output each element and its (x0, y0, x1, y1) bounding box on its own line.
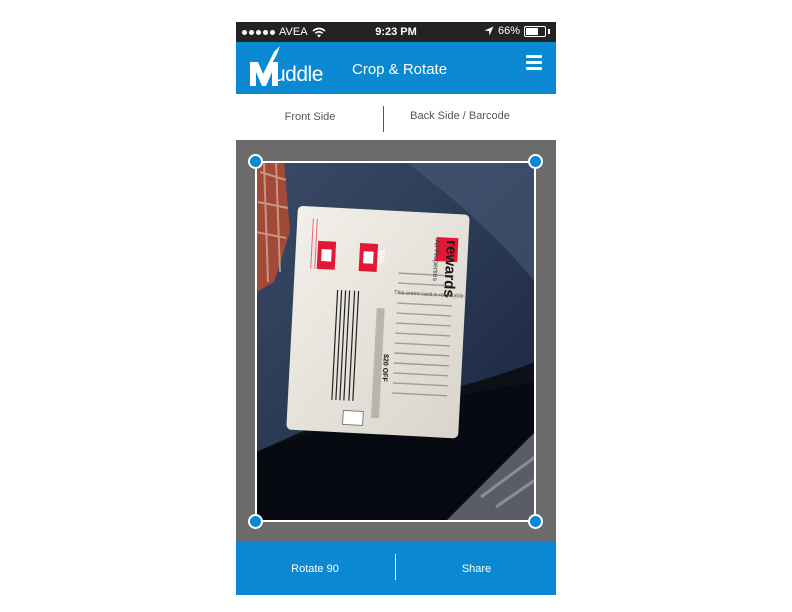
tab-back-side-barcode[interactable]: Back Side / Barcode (385, 93, 535, 139)
crop-area[interactable]: rewards All Properties 5% $20 OFF This e… (236, 140, 556, 541)
status-right: 66% (484, 25, 550, 37)
battery-percent: 66% (497, 25, 520, 37)
battery-fill (526, 27, 538, 35)
tab-front-side[interactable]: Front Side (236, 94, 384, 140)
battery-tip (548, 28, 550, 34)
status-bar: AVEA 9:23 PM 66% (236, 22, 556, 42)
tab-divider (383, 106, 384, 132)
bottom-divider (395, 554, 396, 580)
bottom-action-bar: Rotate 90 Share (236, 541, 556, 595)
battery-icon (524, 25, 546, 37)
crop-handle-top-left[interactable] (248, 154, 263, 169)
page-title: Crop & Rotate (352, 61, 448, 78)
rotate-90-button[interactable]: Rotate 90 (236, 541, 394, 595)
hamburger-menu-icon[interactable] (526, 55, 542, 70)
logo-text: uddle (274, 63, 323, 86)
location-arrow-icon (484, 26, 494, 36)
crop-handle-bottom-right[interactable] (528, 514, 543, 529)
crop-handle-top-right[interactable] (528, 154, 543, 169)
share-button[interactable]: Share (397, 541, 556, 595)
phone-screen: AVEA 9:23 PM 66% uddle Crop & Rotate Fro… (236, 22, 556, 595)
side-tabs: Front Side Back Side / Barcode (236, 94, 556, 140)
crop-frame (255, 161, 536, 522)
app-header: uddle Crop & Rotate (236, 42, 556, 94)
crop-handle-bottom-left[interactable] (248, 514, 263, 529)
